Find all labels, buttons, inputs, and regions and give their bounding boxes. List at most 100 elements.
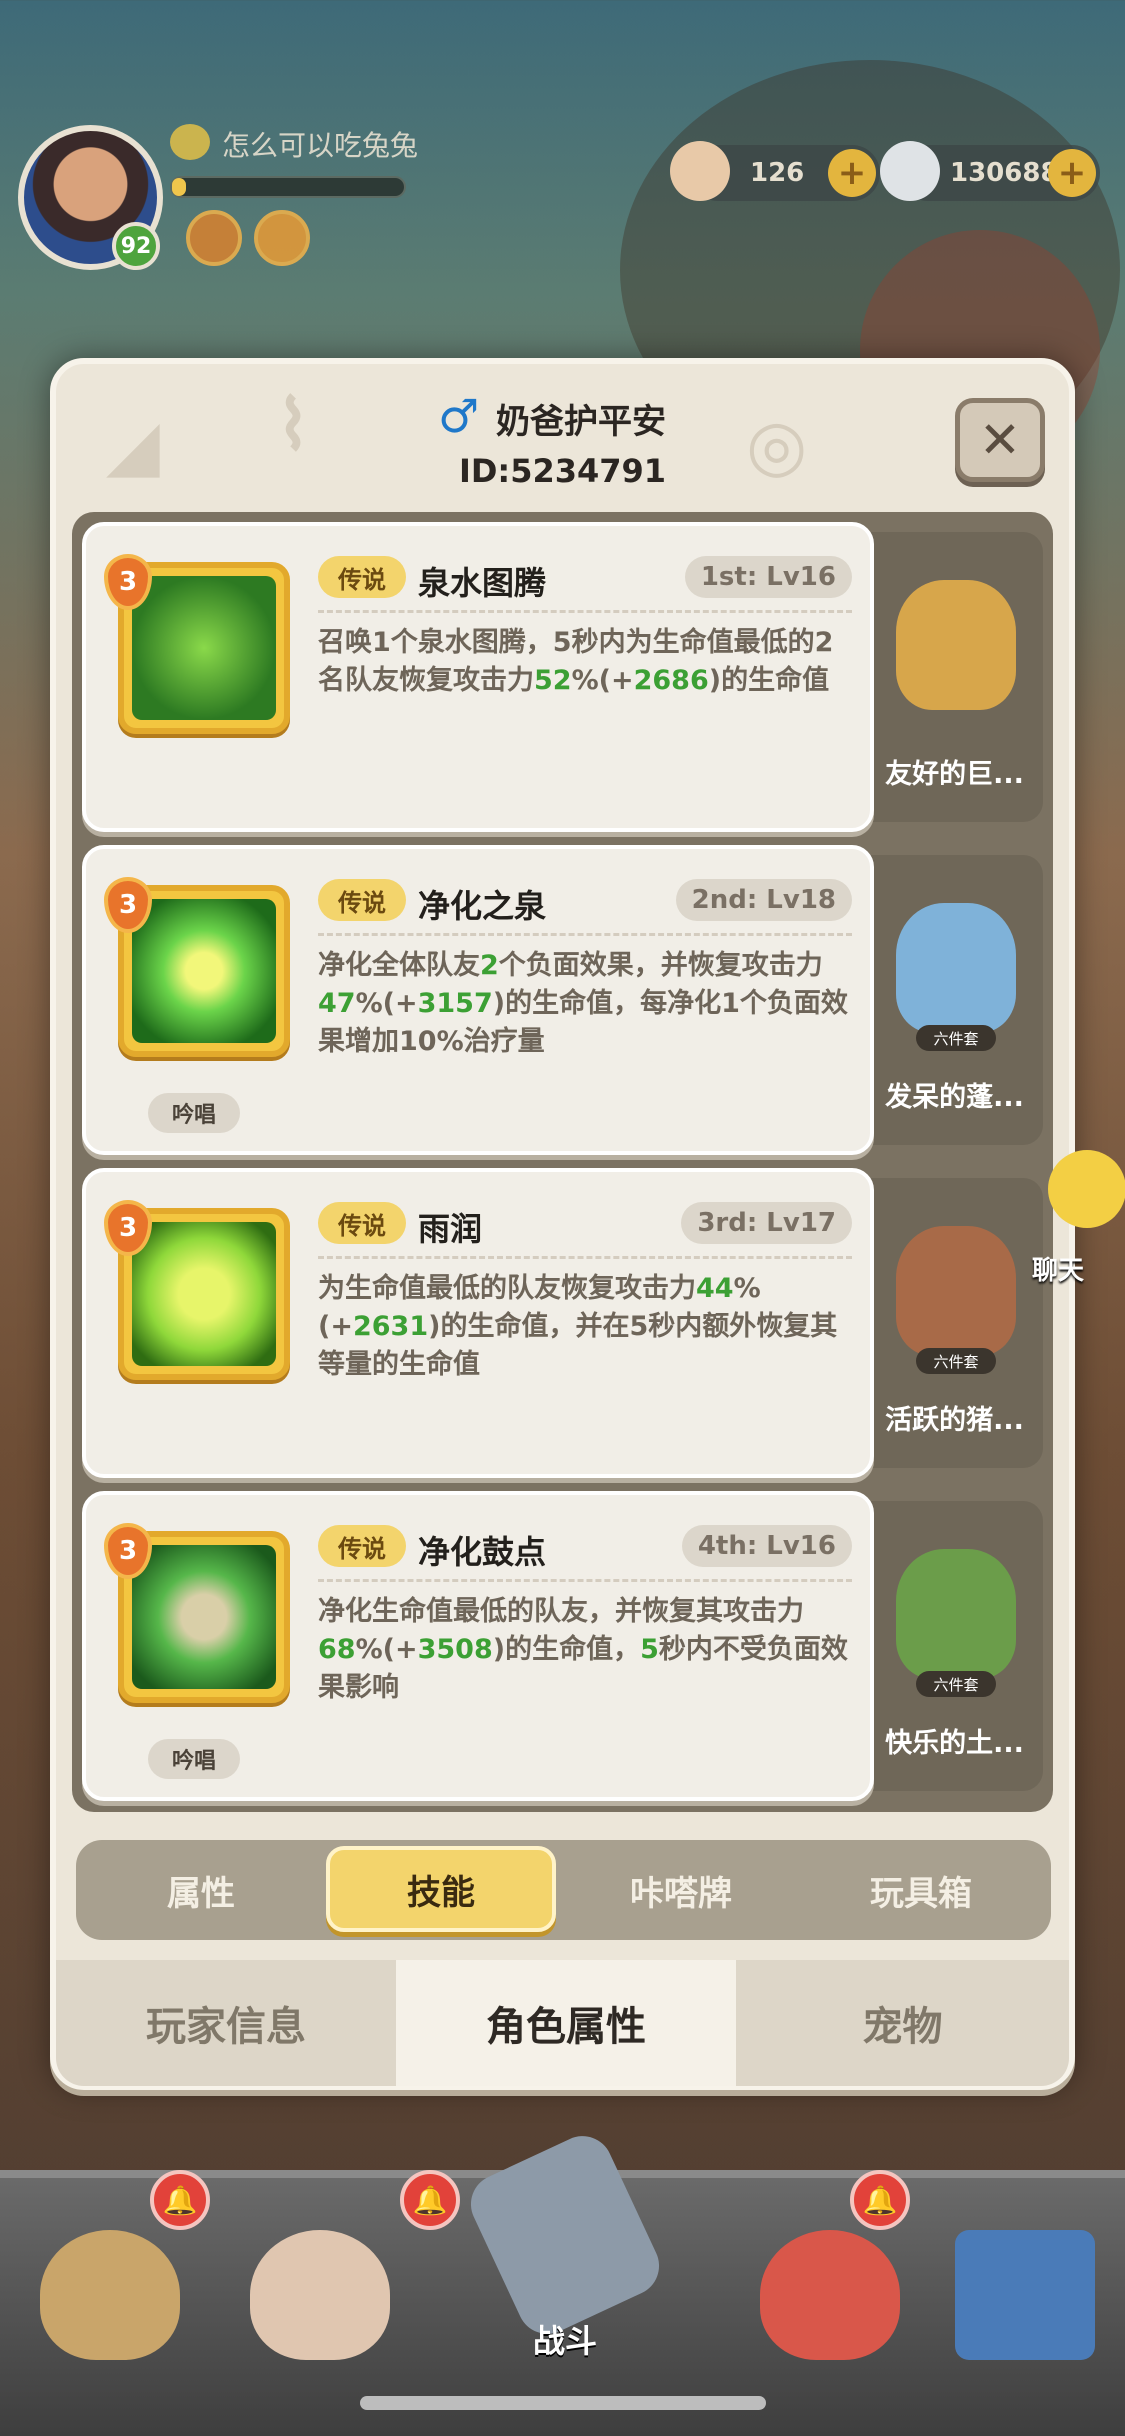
set-figure-icon [896,1549,1016,1679]
skill-desc-part: %(+ [355,1634,418,1665]
main-tab[interactable]: 角色属性 [396,1960,736,2086]
sub-tab[interactable]: 技能 [326,1846,556,1932]
skill-desc-part: 3508 [417,1634,493,1665]
home-indicator [360,2396,766,2410]
banner-icon [955,2230,1095,2360]
set-piece-tag: 六件套 [916,1671,996,1697]
rarity-tag: 传说 [318,556,406,598]
skill-card[interactable]: 3 吟唱 传说 净化之泉 2nd: Lv18 净化全体队友2个负面效果，并恢复攻… [82,845,874,1155]
skill-desc-part: )的生命值， [492,1634,641,1665]
skill-row[interactable]: 友好的巨... 3 传说 泉水图腾 1st: Lv16 召唤1个泉水图腾，5秒内… [82,522,1043,832]
skill-list[interactable]: 友好的巨... 3 传说 泉水图腾 1st: Lv16 召唤1个泉水图腾，5秒内… [72,512,1053,1812]
currency-shell-value: 126 [750,158,805,188]
skill-desc-part: 净化全体队友 [318,950,480,981]
battle-button[interactable]: 战斗 [420,2126,710,2380]
pet-portrait-icon [760,2230,900,2360]
skill-desc-part: 2686 [633,665,709,696]
add-pearl-button[interactable]: + [1048,149,1096,197]
battle-label: 战斗 [532,2322,597,2360]
male-icon: ♂ [438,389,480,443]
set-piece-tag: 六件套 [916,1025,996,1051]
notification-bell-icon: 🔔 [850,2170,910,2230]
top-hud: 92 怎么可以吃兔兔 126 + 130688 + [0,0,1125,360]
skill-description: 净化全体队友2个负面效果，并恢复攻击力47%(+3157)的生命值，每净化1个负… [318,947,858,1061]
currency-shell: 126 + [670,141,880,201]
skill-name: 雨润 [418,1210,483,1248]
medal-icon[interactable] [186,210,242,266]
chat-label[interactable]: 聊天 [1032,1250,1084,1287]
skill-description: 召唤1个泉水图腾，5秒内为生命值最低的2名队友恢复攻击力52%(+2686)的生… [318,624,858,700]
skill-desc-part: 5 [640,1634,659,1665]
xp-bar [170,176,406,198]
modal-player-id: ID:5234791 [458,452,667,490]
skill-level-badge: 4th: Lv16 [681,1525,852,1567]
skill-desc-part: 净化生命值最低的队友，并恢复其攻击力 [318,1596,804,1627]
divider [318,933,852,936]
skill-name: 泉水图腾 [418,564,547,602]
set-name: 快乐的土... [885,1728,1024,1759]
sub-tab[interactable]: 属性 [86,1840,316,1940]
modal-header: ◢ ⌇ ◎ ♂ 奶爸护平安 ID:5234791 ✕ [56,364,1069,514]
divider [318,1256,852,1259]
close-button[interactable]: ✕ [955,398,1045,482]
nav-item-banner[interactable] [935,2170,1105,2370]
skill-desc-part: 44 [696,1273,734,1304]
gear-set-panel[interactable]: 六件套 快乐的土... [866,1501,1043,1791]
skill-level-badge: 2nd: Lv18 [675,879,852,921]
skill-desc-part: 为生命值最低的队友恢复攻击力 [318,1273,696,1304]
skill-row[interactable]: 六件套 快乐的土... 3 吟唱 传说 净化鼓点 4th: Lv16 净化生命值… [82,1491,1043,1801]
add-shell-button[interactable]: + [828,149,876,197]
skill-card[interactable]: 3 传说 雨润 3rd: Lv17 为生命值最低的队友恢复攻击力44%(+263… [82,1168,874,1478]
modal-player-name: 奶爸护平安 [496,402,666,442]
skill-desc-part: 个负面效果，并恢复攻击力 [498,950,823,981]
set-figure-icon [896,580,1016,710]
skill-row[interactable]: 六件套 发呆的蓬... 3 吟唱 传说 净化之泉 2nd: Lv18 净化全体队… [82,845,1043,1155]
nav-item-pet[interactable]: 🔔 [740,2170,910,2370]
skill-row[interactable]: 六件套 活跃的猪... 3 传说 雨润 3rd: Lv17 为生命值最低的队友恢… [82,1168,1043,1478]
shell-coin-icon [670,141,730,201]
chat-bubble-icon[interactable] [1048,1150,1125,1228]
skill-desc-part: %(+ [355,988,418,1019]
main-tab-bar: 玩家信息 角色属性 宠物 [56,1960,1069,2090]
gear-set-panel[interactable]: 六件套 活跃的猪... [866,1178,1043,1468]
rarity-tag: 传说 [318,879,406,921]
currency-pearl-value: 130688 [950,158,1059,188]
skill-level-badge: 1st: Lv16 [684,556,852,598]
set-name: 友好的巨... [885,759,1024,790]
character-portrait-icon [40,2230,180,2360]
divider [318,1579,852,1582]
gear-set-panel[interactable]: 友好的巨... [866,532,1043,822]
rarity-tag: 传说 [318,1525,406,1567]
skill-description: 净化生命值最低的队友，并恢复其攻击力68%(+3508)的生命值，5秒内不受负面… [318,1593,858,1707]
nav-item-character-2[interactable]: 🔔 [230,2170,460,2370]
skill-desc-part: 47 [318,988,356,1019]
rarity-tag: 传说 [318,1202,406,1244]
divider [318,610,852,613]
close-icon: ✕ [979,411,1021,469]
player-detail-modal: ◢ ⌇ ◎ ♂ 奶爸护平安 ID:5234791 ✕ 友好的巨... 3 传说 … [50,358,1075,2090]
gear-set-panel[interactable]: 六件套 发呆的蓬... [866,855,1043,1145]
sub-tab[interactable]: 玩具箱 [806,1840,1036,1940]
player-name: 怎么可以吃兔兔 [222,129,419,162]
sub-tab-bar: 属性 技能 咔嗒牌 玩具箱 [76,1840,1051,1940]
skill-desc-part: )的生命值 [708,665,830,696]
skill-card[interactable]: 3 传说 泉水图腾 1st: Lv16 召唤1个泉水图腾，5秒内为生命值最低的2… [82,522,874,832]
smile-icon [170,124,210,160]
set-piece-tag: 六件套 [916,1348,996,1374]
sub-tab[interactable]: 咔嗒牌 [566,1840,796,1940]
skill-desc-part: %(+ [571,665,634,696]
main-tab[interactable]: 宠物 [736,1960,1069,2086]
skill-name: 净化鼓点 [418,1533,547,1571]
set-name: 发呆的蓬... [885,1082,1024,1113]
main-tab[interactable]: 玩家信息 [56,1960,396,2086]
set-name: 活跃的猪... [885,1405,1024,1436]
nav-item-character-1[interactable]: 🔔 [20,2170,210,2370]
skill-card[interactable]: 3 吟唱 传说 净化鼓点 4th: Lv16 净化生命值最低的队友，并恢复其攻击… [82,1491,874,1801]
set-figure-icon [896,1226,1016,1356]
set-figure-icon [896,903,1016,1033]
currency-pearl: 130688 + [880,141,1100,201]
skill-desc-part: 3157 [417,988,493,1019]
chant-tag: 吟唱 [148,1093,240,1133]
pearl-icon [880,141,940,201]
medal-icon[interactable] [254,210,310,266]
